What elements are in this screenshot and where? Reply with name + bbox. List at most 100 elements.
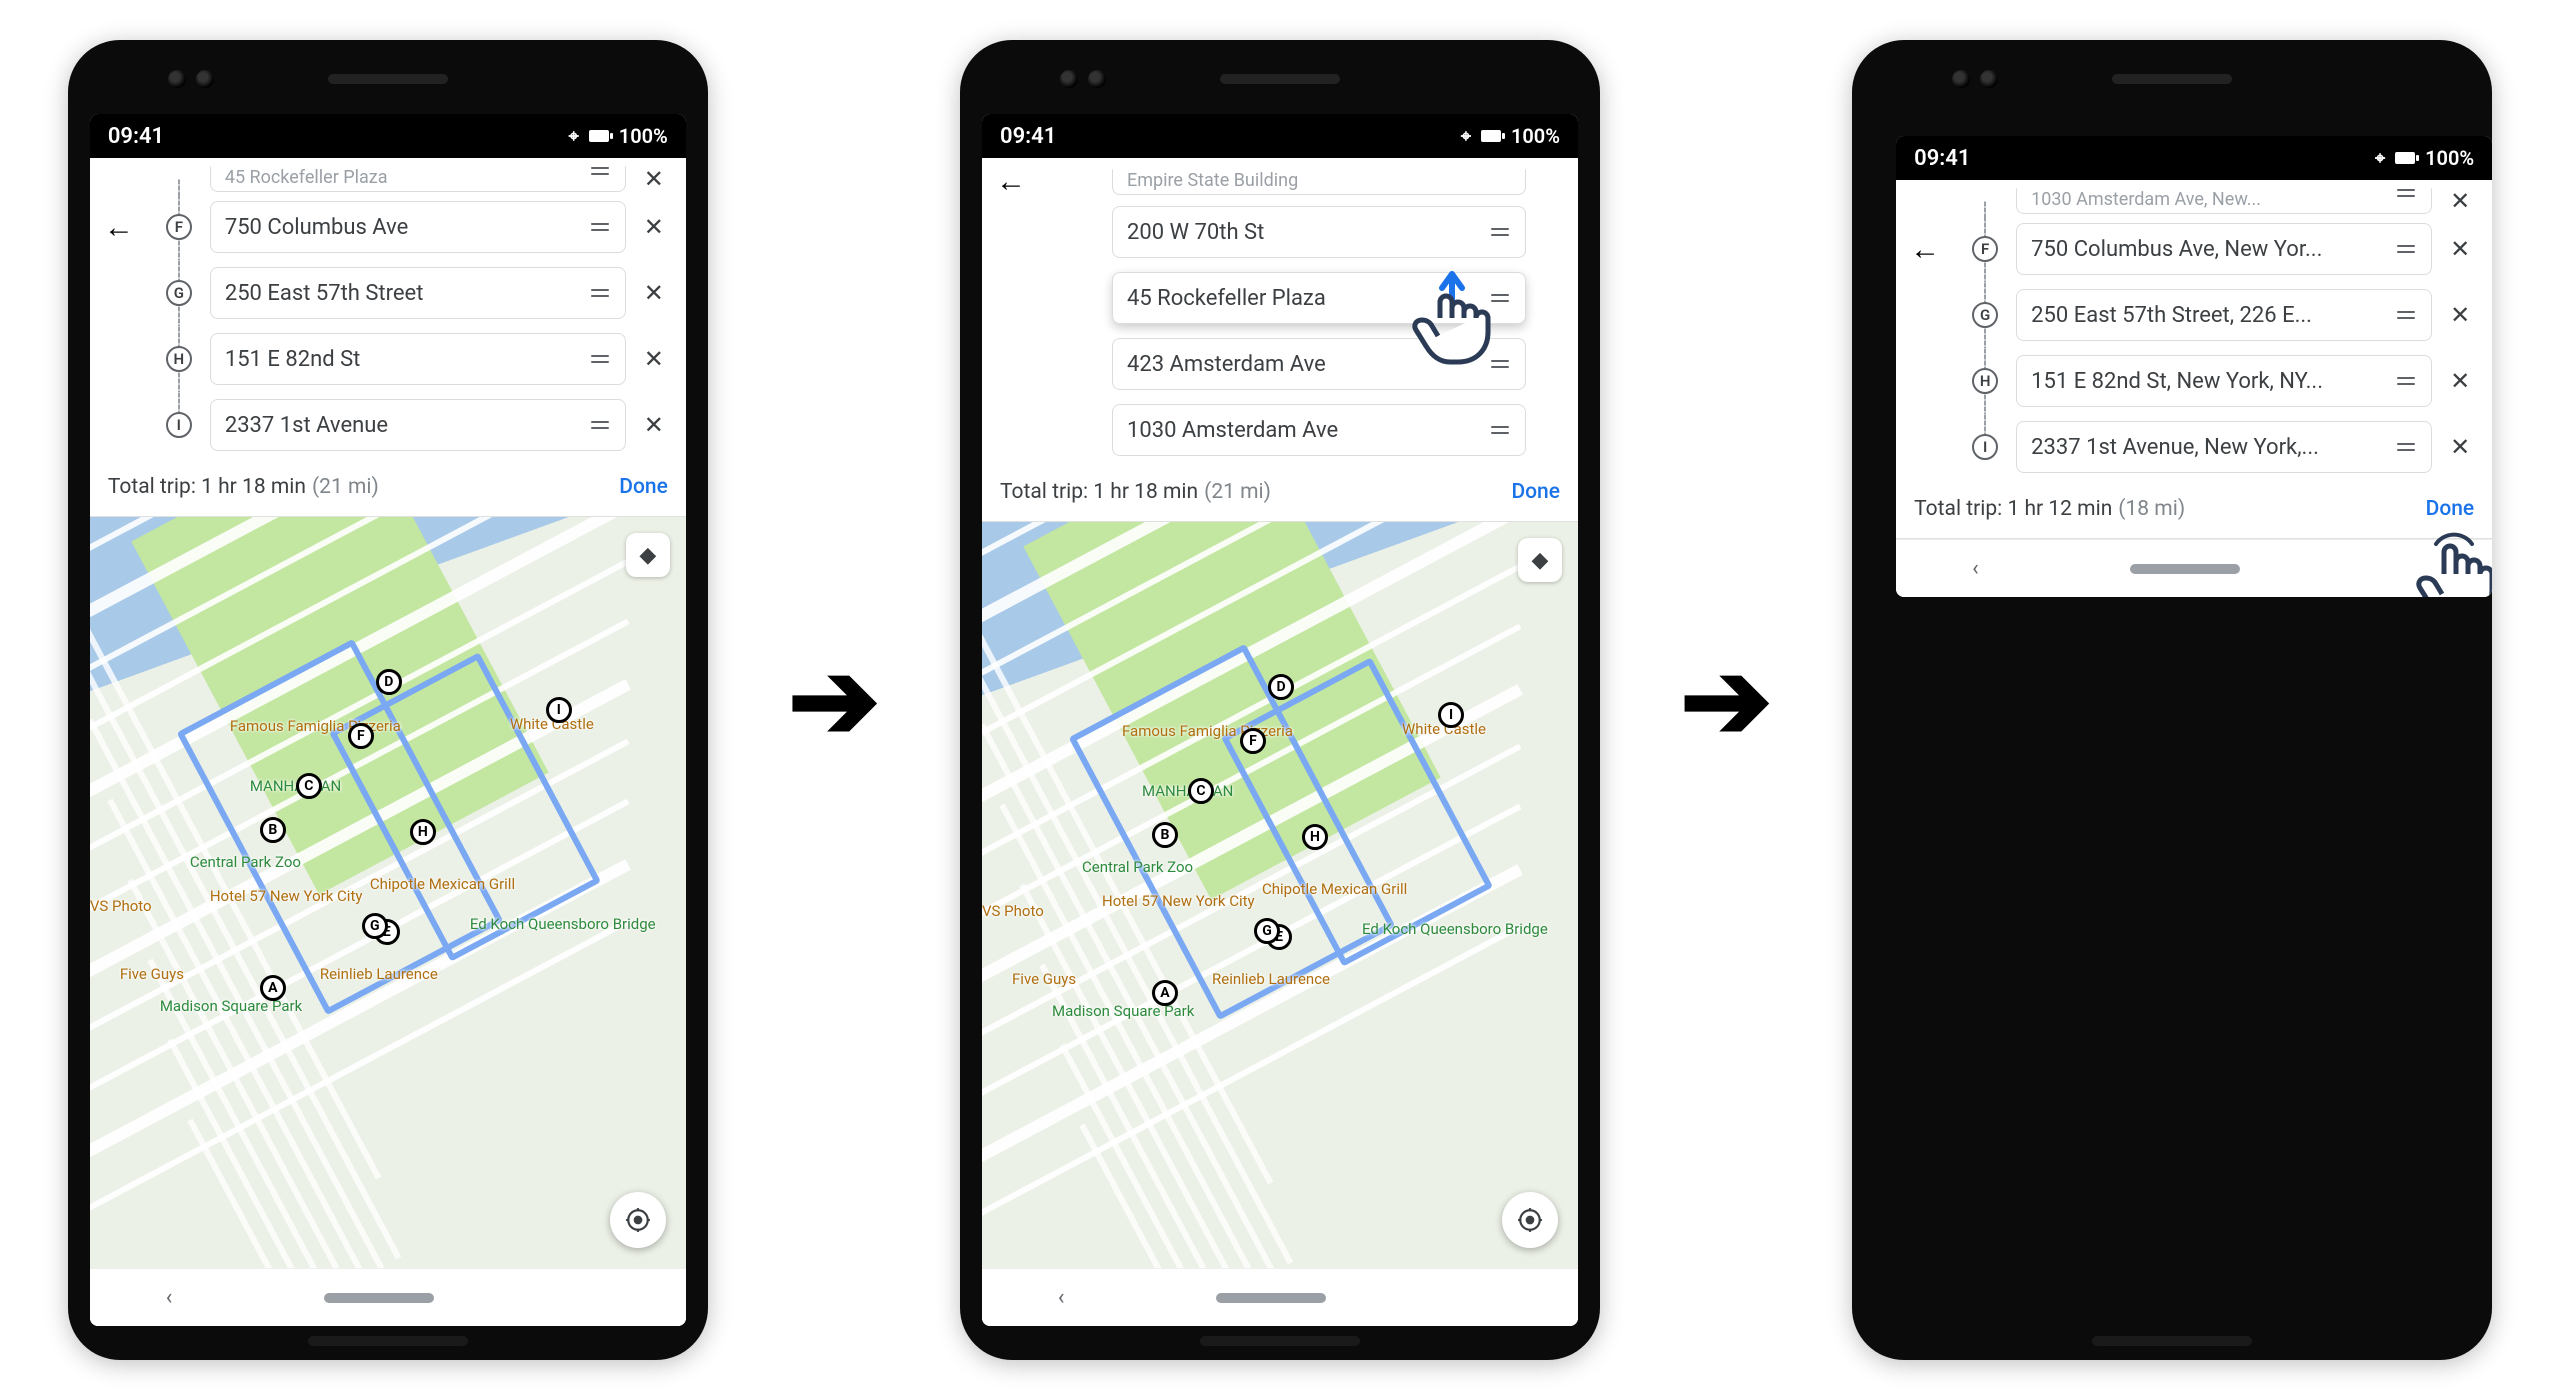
drag-handle-icon[interactable] xyxy=(589,223,611,231)
status-time: 09:41 xyxy=(1914,146,2375,171)
remove-stop-button[interactable]: ✕ xyxy=(2440,301,2480,329)
map-layers-button[interactable]: ◆ xyxy=(1518,538,1562,582)
map-poi-label: Central Park Zoo xyxy=(1082,858,1193,876)
stops-panel: ← Empire State Building 200 W 70th St xyxy=(982,158,1578,522)
stop-input[interactable]: 151 E 82nd St, New York, NY... xyxy=(2016,355,2432,407)
drag-handle-icon[interactable] xyxy=(2395,189,2417,197)
trip-distance: (21 mi) xyxy=(312,475,379,499)
map-waypoint-pin[interactable]: G xyxy=(362,913,388,939)
map-waypoint-pin[interactable]: H xyxy=(1302,824,1328,850)
stop-input[interactable]: 200 W 70th St xyxy=(1112,206,1526,258)
stop-partial[interactable]: 45 Rockefeller Plaza xyxy=(210,166,626,192)
remove-stop-button[interactable]: ✕ xyxy=(2440,433,2480,461)
map-poi-label: VS Photo xyxy=(90,897,152,915)
map-poi-label: Five Guys xyxy=(1012,970,1076,988)
nav-home-pill[interactable] xyxy=(2130,564,2240,574)
map-canvas[interactable]: Famous Famiglia PizzeriaWhite CastleMANH… xyxy=(982,522,1578,1268)
map-waypoint-pin[interactable]: F xyxy=(348,723,374,749)
drag-handle-icon[interactable] xyxy=(589,355,611,363)
map-waypoint-pin[interactable]: D xyxy=(376,669,402,695)
drag-handle-icon[interactable] xyxy=(2395,377,2417,385)
done-button[interactable]: Done xyxy=(1511,480,1560,504)
remove-stop-button[interactable]: ✕ xyxy=(634,411,674,439)
map-waypoint-pin[interactable]: F xyxy=(1240,728,1266,754)
remove-stop-button[interactable]: ✕ xyxy=(2440,367,2480,395)
map-waypoint-pin[interactable]: I xyxy=(546,697,572,723)
drag-handle-icon[interactable] xyxy=(1489,228,1511,236)
map-waypoint-pin[interactable]: D xyxy=(1268,674,1294,700)
back-button[interactable]: ← xyxy=(1910,232,1940,267)
map-poi-label: Reinlieb Laurence xyxy=(1212,970,1330,988)
location-icon: ⌖ xyxy=(2375,148,2385,169)
remove-stop-button[interactable]: ✕ xyxy=(634,345,674,373)
stop-partial[interactable]: 1030 Amsterdam Ave, New... xyxy=(2016,188,2432,214)
stop-text: 2337 1st Avenue, New York,... xyxy=(2031,435,2385,460)
drag-handle-icon[interactable] xyxy=(1489,294,1511,302)
nav-back-icon[interactable]: ‹ xyxy=(1972,556,1979,581)
drag-handle-icon[interactable] xyxy=(2395,311,2417,319)
stop-partial[interactable]: Empire State Building xyxy=(1112,169,1526,195)
map-waypoint-pin[interactable]: H xyxy=(410,819,436,845)
map-poi-label: VS Photo xyxy=(982,902,1044,920)
map-poi-label: Hotel 57 New York City xyxy=(1102,892,1255,910)
android-nav-bar: ‹ xyxy=(1896,539,2492,597)
stop-input[interactable]: 2337 1st Avenue xyxy=(210,399,626,451)
my-location-button[interactable] xyxy=(1502,1192,1558,1248)
drag-handle-icon[interactable] xyxy=(589,167,611,175)
nav-home-pill[interactable] xyxy=(1216,1293,1326,1303)
map-poi-label: Famous Famiglia Pizzeria xyxy=(230,717,401,735)
drag-handle-icon[interactable] xyxy=(2395,443,2417,451)
drag-handle-icon[interactable] xyxy=(1489,360,1511,368)
stop-input[interactable]: 151 E 82nd St xyxy=(210,333,626,385)
trip-distance: (18 mi) xyxy=(2118,497,2185,521)
stop-input[interactable]: 2337 1st Avenue, New York,... xyxy=(2016,421,2432,473)
remove-stop-button[interactable]: ✕ xyxy=(634,165,674,193)
remove-stop-button[interactable]: ✕ xyxy=(2440,187,2480,215)
map-canvas[interactable]: Famous Famiglia PizzeriaWhite CastleMANH… xyxy=(90,517,686,1268)
map-layers-button[interactable]: ◆ xyxy=(626,533,670,577)
stop-input[interactable]: 250 East 57th Street, 226 E... xyxy=(2016,289,2432,341)
done-button[interactable]: Done xyxy=(619,475,668,499)
back-button[interactable]: ← xyxy=(104,210,134,245)
drag-handle-icon[interactable] xyxy=(2395,245,2417,253)
map-waypoint-pin[interactable]: C xyxy=(1188,778,1214,804)
map-poi-label: Chipotle Mexican Grill xyxy=(370,875,515,893)
stop-input[interactable]: 45 Rockefeller Plaza xyxy=(1112,272,1526,324)
remove-stop-button[interactable]: ✕ xyxy=(2440,235,2480,263)
trip-summary: Total trip: 1 hr 18 min (21 mi) Done xyxy=(90,458,686,516)
map-waypoint-pin[interactable]: G xyxy=(1254,918,1280,944)
stop-letter: G xyxy=(1972,302,1998,328)
map-waypoint-pin[interactable]: C xyxy=(296,773,322,799)
nav-back-icon[interactable]: ‹ xyxy=(1058,1285,1065,1310)
map-waypoint-pin[interactable]: A xyxy=(260,975,286,1001)
nav-home-pill[interactable] xyxy=(324,1293,434,1303)
android-nav-bar: ‹ xyxy=(982,1268,1578,1326)
android-nav-bar: ‹ xyxy=(90,1268,686,1326)
back-button[interactable]: ← xyxy=(996,164,1026,199)
stop-input[interactable]: 750 Columbus Ave xyxy=(210,201,626,253)
status-bar: 09:41 ⌖ 100% xyxy=(1896,136,2492,180)
stop-input[interactable]: 750 Columbus Ave, New Yor... xyxy=(2016,223,2432,275)
stop-input[interactable]: 250 East 57th Street xyxy=(210,267,626,319)
map-waypoint-pin[interactable]: I xyxy=(1438,702,1464,728)
trip-time: Total trip: 1 hr 18 min xyxy=(1000,480,1198,504)
drag-handle-icon[interactable] xyxy=(1489,426,1511,434)
map-waypoint-pin[interactable]: A xyxy=(1152,980,1178,1006)
drag-handle-icon[interactable] xyxy=(589,421,611,429)
nav-back-icon[interactable]: ‹ xyxy=(166,1285,173,1310)
stop-text: 200 W 70th St xyxy=(1127,220,1479,245)
stop-input[interactable]: 1030 Amsterdam Ave xyxy=(1112,404,1526,456)
done-button[interactable]: Done xyxy=(2426,497,2475,521)
map-poi-label: Five Guys xyxy=(120,965,184,983)
remove-stop-button[interactable]: ✕ xyxy=(634,213,674,241)
stop-text: 250 East 57th Street, 226 E... xyxy=(2031,303,2385,328)
stop-input[interactable]: 423 Amsterdam Ave xyxy=(1112,338,1526,390)
stop-text: 45 Rockefeller Plaza xyxy=(1127,286,1479,311)
remove-stop-button[interactable]: ✕ xyxy=(634,279,674,307)
map-waypoint-pin[interactable]: B xyxy=(260,817,286,843)
map-poi-label: Ed Koch Queensboro Bridge xyxy=(470,915,656,933)
map-waypoint-pin[interactable]: B xyxy=(1152,822,1178,848)
my-location-button[interactable] xyxy=(610,1192,666,1248)
stop-text: 423 Amsterdam Ave xyxy=(1127,352,1479,377)
drag-handle-icon[interactable] xyxy=(589,289,611,297)
